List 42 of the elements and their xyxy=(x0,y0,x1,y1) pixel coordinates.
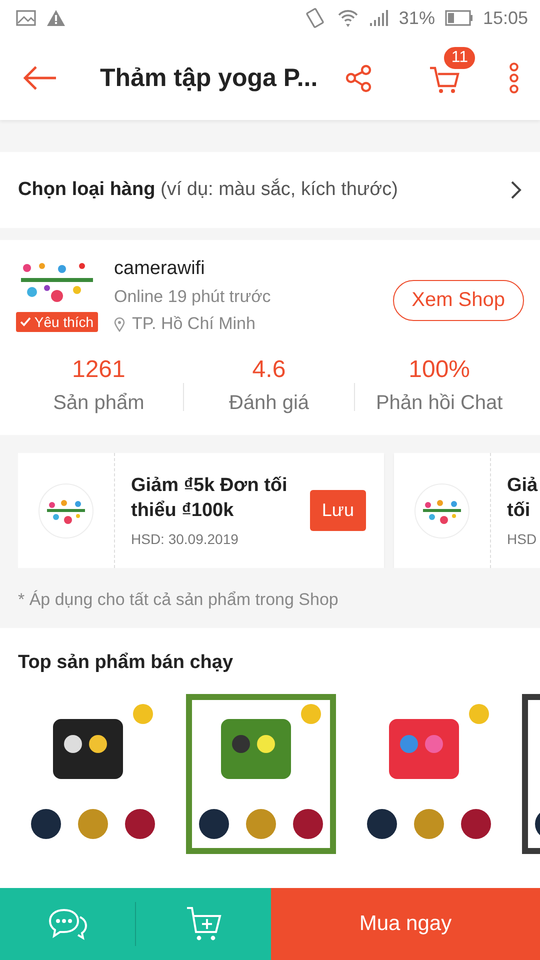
signal-icon xyxy=(368,9,389,27)
stat-label: Sản phẩm xyxy=(53,392,144,415)
battery-percent: 31% xyxy=(398,8,435,28)
chevron-right-icon xyxy=(510,180,522,200)
warning-icon xyxy=(46,9,66,27)
shop-name: camerawifi xyxy=(114,258,206,280)
view-shop-button[interactable]: Xem Shop xyxy=(392,280,524,321)
battery-icon xyxy=(444,10,473,26)
voucher-title: Giả tối xyxy=(507,474,539,522)
variant-label: Chọn loại hàng (ví dụ: màu sắc, kích thước) xyxy=(18,179,398,201)
buy-now-button[interactable]: Mua ngay xyxy=(271,888,540,960)
more-menu-button[interactable] xyxy=(508,62,520,94)
variant-selector[interactable]: Chọn loại hàng (ví dụ: màu sắc, kích thước) xyxy=(0,152,540,228)
cart-count-badge: 11 xyxy=(443,46,476,70)
stat-value: 100% xyxy=(408,356,470,384)
wifi-icon xyxy=(336,8,359,28)
location-pin-icon xyxy=(114,316,125,332)
stat-value: 1261 xyxy=(72,356,126,384)
section-title: Top sản phẩm bán chạy xyxy=(18,652,234,674)
image-icon xyxy=(16,10,36,26)
product-title: Thảm tập yoga P... xyxy=(100,64,319,92)
stat-label: Đánh giá xyxy=(228,392,310,415)
clock-time: 15:05 xyxy=(482,8,528,28)
cart-plus-icon xyxy=(186,906,222,942)
voucher-expiry: HSD xyxy=(507,531,538,548)
check-icon xyxy=(20,317,32,327)
voucher-expiry: HSD: 30.09.2019 xyxy=(131,531,240,548)
favorite-label: Yêu thích xyxy=(34,314,94,330)
save-voucher-button[interactable]: Lưu xyxy=(310,490,366,531)
shop-location: TP. Hồ Chí Minh xyxy=(132,314,256,334)
more-dots-icon xyxy=(508,62,520,94)
chat-bubbles-icon xyxy=(48,907,88,941)
voucher-title: Giảm ₫5k Đơn tối thiểu ₫100k xyxy=(131,474,288,522)
back-button[interactable] xyxy=(22,64,58,92)
share-button[interactable] xyxy=(344,63,374,93)
back-arrow-icon xyxy=(22,64,58,92)
share-icon xyxy=(344,63,374,93)
stat-label: Phản hồi Chat xyxy=(376,392,503,415)
voucher-note: * Áp dụng cho tất cả sản phẩm trong Shop xyxy=(18,590,340,610)
stat-value: 4.6 xyxy=(252,356,286,384)
cart-button[interactable]: 11 xyxy=(428,46,476,94)
online-status: Online 19 phút trước xyxy=(114,287,272,307)
